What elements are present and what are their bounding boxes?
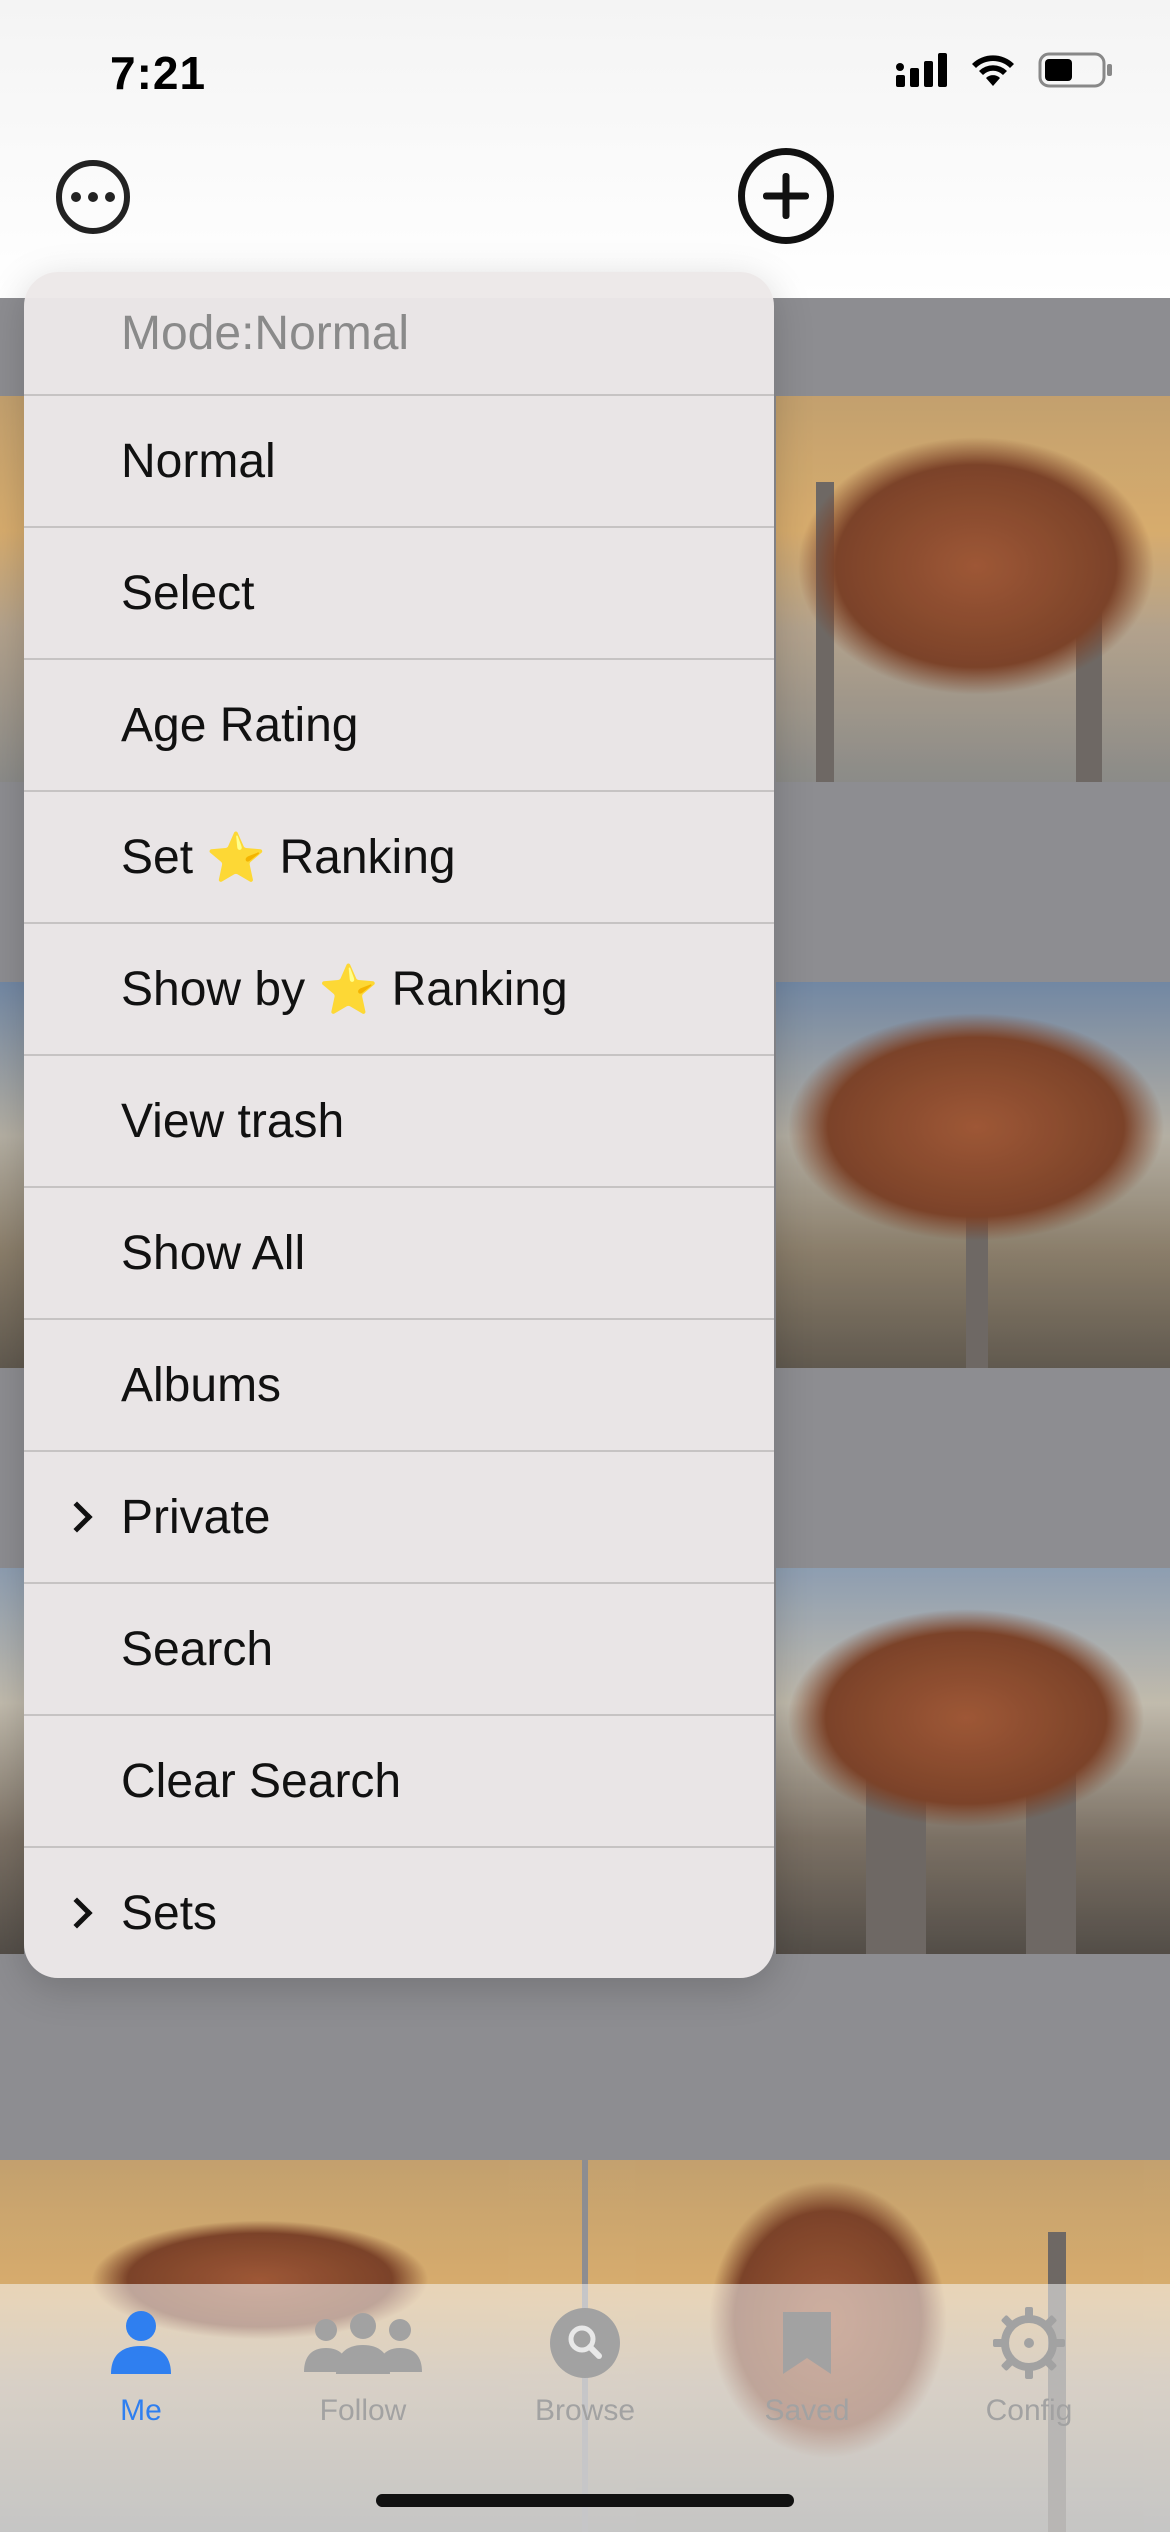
menu-item-show-all[interactable]: Show All: [24, 1186, 774, 1318]
menu-item-albums[interactable]: Albums: [24, 1318, 774, 1450]
menu-item-label: Normal: [121, 434, 276, 488]
photo-thumbnail[interactable]: [0, 982, 24, 1368]
star-icon: ⭐: [318, 961, 379, 1018]
menu-item-label: Sets: [121, 1886, 218, 1940]
menu-item-label: Clear Search: [121, 1754, 402, 1808]
menu-item-clear-search[interactable]: Clear Search: [24, 1714, 774, 1846]
menu-item-label: Ranking: [391, 962, 568, 1016]
menu-item-view-trash[interactable]: View trash: [24, 1054, 774, 1186]
menu-item-show-by-ranking[interactable]: Show by ⭐ Ranking: [24, 922, 774, 1054]
battery-icon: [1038, 52, 1112, 88]
menu-item-search[interactable]: Search: [24, 1582, 774, 1714]
menu-item-age-rating[interactable]: Age Rating: [24, 658, 774, 790]
menu-header-mode: Mode:Normal: [121, 306, 410, 360]
menu-item-label: Private: [121, 1490, 271, 1544]
photo-thumbnail[interactable]: [0, 396, 24, 782]
status-icons: [896, 52, 1114, 88]
photo-thumbnail[interactable]: [0, 1568, 24, 1954]
home-indicator[interactable]: [376, 2494, 794, 2507]
add-button[interactable]: [738, 148, 834, 244]
tab-label: Config: [985, 2394, 1073, 2427]
dot-icon: [105, 192, 115, 202]
menu-item-label: View trash: [121, 1094, 345, 1148]
menu-item-set-ranking[interactable]: Set ⭐ Ranking: [24, 790, 774, 922]
wifi-icon: [972, 55, 1014, 86]
menu-item-label: Select: [121, 566, 255, 620]
people-icon: [304, 2313, 422, 2374]
photo-thumbnail[interactable]: [776, 396, 1170, 782]
chevron-right-icon: [61, 1501, 93, 1533]
top-bar: 7:21: [0, 0, 1170, 298]
cellular-signal-icon: [896, 53, 947, 87]
gear-icon: [993, 2307, 1065, 2379]
menu-item-normal[interactable]: Normal: [24, 394, 774, 526]
more-options-button[interactable]: [56, 160, 130, 234]
star-icon: ⭐: [206, 829, 267, 886]
tab-label: Browse: [534, 2394, 636, 2427]
menu-item-label: Albums: [121, 1358, 282, 1412]
tab-label: Follow: [319, 2394, 407, 2427]
menu-item-private[interactable]: Private: [24, 1450, 774, 1582]
search-icon: [550, 2308, 620, 2378]
photo-thumbnail[interactable]: [776, 1568, 1170, 1954]
mode-menu: Mode:Normal Normal Select Age Rating Set…: [24, 272, 774, 1978]
menu-item-select[interactable]: Select: [24, 526, 774, 658]
chevron-right-icon: [61, 1897, 93, 1929]
menu-item-label: Show All: [121, 1226, 306, 1280]
menu-item-label: Show by: [121, 962, 306, 1016]
dot-icon: [88, 192, 98, 202]
tab-label: Saved: [764, 2394, 850, 2427]
person-icon: [111, 2311, 171, 2374]
tab-label: Me: [120, 2394, 162, 2427]
saved-icon: [783, 2312, 831, 2374]
tab-config[interactable]: Config: [929, 2306, 1129, 2532]
tab-me[interactable]: Me: [41, 2306, 241, 2532]
menu-item-sets[interactable]: Sets: [24, 1846, 774, 1978]
menu-item-label: Age Rating: [121, 698, 359, 752]
status-time: 7:21: [110, 47, 207, 99]
photo-thumbnail[interactable]: [776, 982, 1170, 1368]
menu-item-label: Set: [121, 830, 194, 884]
dot-icon: [71, 192, 81, 202]
menu-item-label: Search: [121, 1622, 274, 1676]
menu-item-label: Ranking: [279, 830, 456, 884]
